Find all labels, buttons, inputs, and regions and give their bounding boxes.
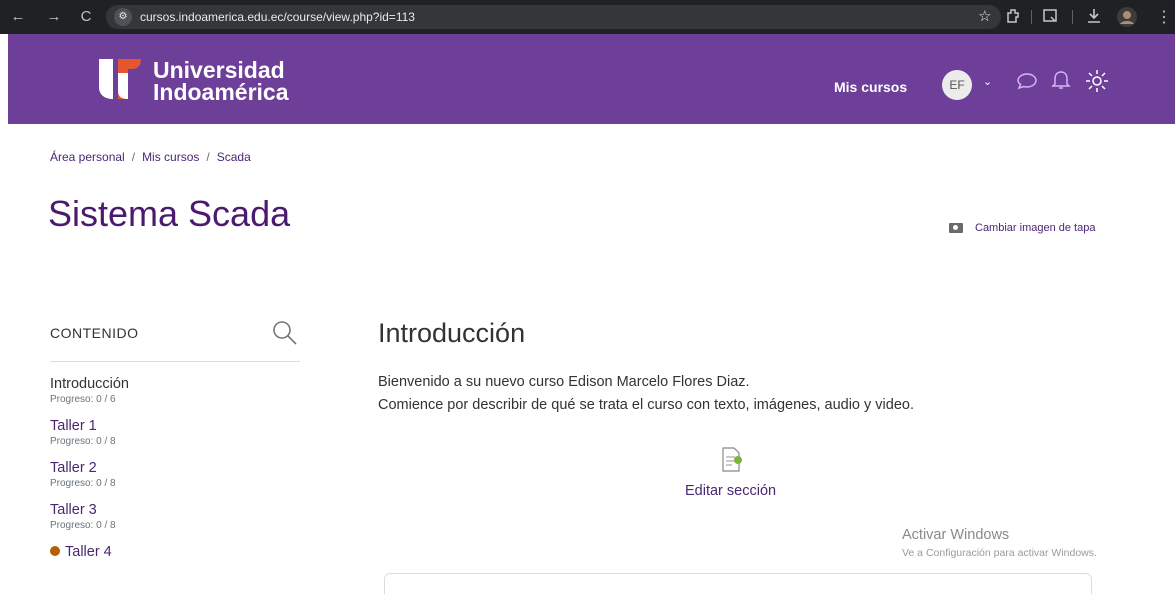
messages-icon[interactable] [1014, 68, 1040, 94]
section-name-row[interactable]: Taller 4 [50, 544, 300, 561]
breadcrumb-item[interactable]: Mis cursos [142, 150, 199, 164]
nav-my-courses[interactable]: Mis cursos [834, 79, 907, 95]
breadcrumb: Área personal / Mis cursos / Scada [50, 150, 251, 164]
section-name: Taller 4 [65, 544, 112, 560]
site-info-icon[interactable]: ⚙ [114, 8, 132, 26]
summary-line: Comience por describir de qué se trata e… [378, 397, 914, 413]
change-cover-label: Cambiar imagen de tapa [975, 222, 1096, 234]
section-progress: Progreso: 0 / 8 [50, 436, 116, 447]
university-logo-icon[interactable] [95, 53, 145, 105]
toolbar-divider [1072, 10, 1073, 24]
logo-line-1: Universidad [153, 57, 285, 83]
course-index-header: CONTENIDO [50, 316, 300, 362]
section-item-taller-1[interactable]: Taller 1 Progreso: 0 / 8 [50, 418, 300, 449]
forward-button[interactable]: → [44, 7, 64, 27]
section-name[interactable]: Taller 3 [50, 502, 300, 519]
section-list: Introducción Progreso: 0 / 6 Taller 1 Pr… [50, 376, 300, 561]
windows-activation-subtitle: Ve a Configuración para activar Windows. [902, 547, 1097, 559]
reload-button[interactable]: C [76, 7, 96, 27]
address-bar[interactable]: ⚙ cursos.indoamerica.edu.ec/course/view.… [106, 5, 1001, 29]
section-name[interactable]: Taller 1 [50, 418, 300, 435]
activity-card [384, 573, 1092, 594]
breadcrumb-item[interactable]: Área personal [50, 150, 125, 164]
camera-icon [949, 223, 963, 234]
university-name[interactable]: Universidad Indoamérica [153, 57, 289, 105]
status-dot-icon [50, 546, 60, 556]
section-progress: Progreso: 0 / 8 [50, 478, 116, 489]
section-title: Introducción [378, 318, 526, 348]
notifications-bell-icon[interactable] [1048, 68, 1074, 94]
reading-list-icon[interactable] [1042, 7, 1060, 25]
logo-line-2: Indoamérica [153, 79, 289, 105]
breadcrumb-separator: / [131, 150, 136, 164]
section-item-taller-4[interactable]: Taller 4 [50, 544, 300, 561]
edit-section-icon[interactable] [721, 447, 743, 473]
windows-activation-title: Activar Windows [902, 527, 1010, 543]
user-avatar[interactable]: EF [942, 70, 972, 100]
edit-section-link[interactable]: Editar sección [685, 483, 776, 499]
section-item-taller-3[interactable]: Taller 3 Progreso: 0 / 8 [50, 502, 300, 533]
profile-icon[interactable] [1115, 5, 1139, 29]
browser-menu-icon[interactable]: ⋮ [1156, 7, 1172, 27]
section-progress: Progreso: 0 / 6 [50, 394, 116, 405]
section-progress: Progreso: 0 / 8 [50, 520, 116, 531]
page-title: Sistema Scada [48, 193, 291, 234]
section-item-taller-2[interactable]: Taller 2 Progreso: 0 / 8 [50, 460, 300, 491]
toolbar-divider [1031, 10, 1032, 24]
section-item-introduccion[interactable]: Introducción Progreso: 0 / 6 [50, 376, 300, 407]
course-index-title: CONTENIDO [50, 325, 139, 341]
site-header: Universidad Indoamérica Mis cursos EF ⌄ [8, 34, 1175, 124]
section-summary: Bienvenido a su nuevo curso Edison Marce… [378, 371, 914, 417]
chevron-down-icon[interactable]: ⌄ [983, 75, 992, 88]
url-text[interactable]: cursos.indoamerica.edu.ec/course/view.ph… [140, 10, 415, 24]
settings-gear-icon[interactable] [1084, 68, 1110, 94]
bookmark-star-icon[interactable]: ☆ [978, 7, 991, 25]
breadcrumb-separator: / [206, 150, 210, 164]
section-name[interactable]: Introducción [50, 376, 300, 393]
download-icon[interactable] [1085, 7, 1103, 25]
search-icon[interactable] [272, 319, 298, 347]
breadcrumb-item[interactable]: Scada [217, 150, 251, 164]
extensions-icon[interactable] [1005, 7, 1021, 25]
course-index: CONTENIDO Introducción Progreso: 0 / 6 T… [50, 316, 300, 561]
browser-toolbar: ← → C ⚙ cursos.indoamerica.edu.ec/course… [0, 0, 1175, 34]
back-button[interactable]: ← [8, 7, 28, 27]
change-cover-button[interactable]: Cambiar imagen de tapa [949, 222, 1095, 234]
section-name[interactable]: Taller 2 [50, 460, 300, 477]
summary-line: Bienvenido a su nuevo curso Edison Marce… [378, 374, 750, 390]
